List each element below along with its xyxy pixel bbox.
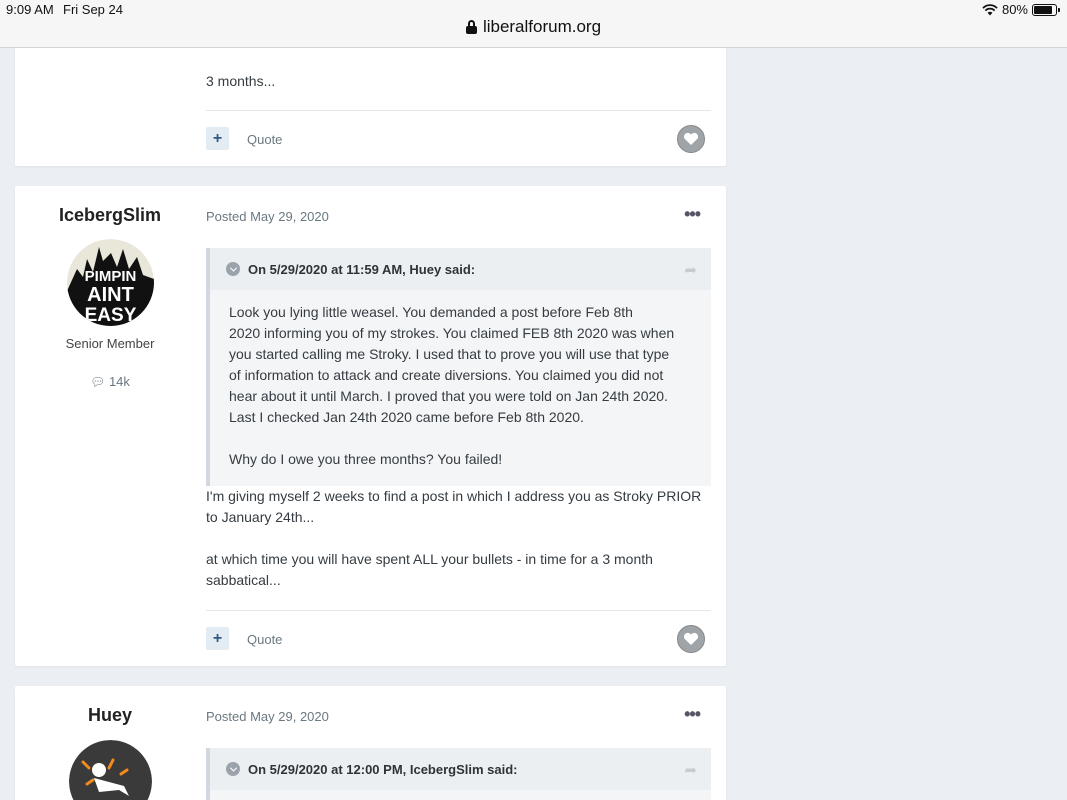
avatar-text-1: PIMPIN — [84, 268, 136, 285]
quote-line: you started calling me Stroky. I used th… — [229, 346, 670, 362]
wifi-icon — [982, 3, 998, 15]
post-date[interactable]: Posted May 29, 2020 — [206, 709, 329, 724]
post-body: On 5/29/2020 at 11:59 AM, Huey said: ➦ L… — [206, 248, 711, 591]
address-bar[interactable]: liberalforum.org — [0, 17, 1067, 37]
quote-link[interactable]: Quote — [247, 132, 282, 147]
post-divider — [206, 610, 711, 611]
quote-block: On 5/29/2020 at 12:00 PM, IcebergSlim sa… — [206, 748, 711, 800]
avatar-image — [68, 740, 152, 800]
post-count: 💬︎ 14k — [15, 374, 205, 389]
post-card: IcebergSlim PIMPIN AINT EASY Senior Memb… — [15, 186, 726, 666]
post-body: On 5/29/2020 at 12:00 PM, IcebergSlim sa… — [206, 748, 711, 800]
url-text: liberalforum.org — [482, 17, 602, 36]
author-panel: IcebergSlim PIMPIN AINT EASY Senior Memb… — [15, 205, 205, 389]
quote-block: On 5/29/2020 at 11:59 AM, Huey said: ➦ L… — [206, 248, 711, 486]
post-card: Huey Posted May 29, 2020 ••• On 5/29/202… — [15, 686, 726, 800]
post-count-value: 14k — [108, 374, 130, 389]
quote-line: Why do I owe you three months? You faile… — [229, 451, 503, 467]
quote-citation: On 5/29/2020 at 12:00 PM, IcebergSlim sa… — [248, 761, 518, 777]
share-icon[interactable]: ➦ — [684, 761, 697, 779]
quote-header[interactable]: On 5/29/2020 at 12:00 PM, IcebergSlim sa… — [210, 748, 711, 790]
multiquote-button[interactable]: + — [206, 627, 229, 650]
avatar[interactable] — [68, 740, 152, 800]
heart-icon — [683, 632, 699, 645]
avatar-text-3: EASY — [84, 305, 136, 326]
more-options-icon[interactable]: ••• — [684, 704, 701, 725]
battery-percent: 80% — [1001, 2, 1028, 17]
quote-citation: On 5/29/2020 at 11:59 AM, Huey said: — [248, 261, 476, 277]
avatar-image: PIMPIN AINT EASY — [66, 239, 154, 326]
comment-icon: 💬︎ — [90, 375, 106, 389]
heart-icon — [683, 132, 699, 145]
post-line: I'm giving myself 2 weeks to find a post… — [206, 488, 702, 504]
avatar-text-2: AINT — [87, 284, 134, 306]
post-line: sabbatical... — [206, 572, 281, 588]
chevron-down-icon[interactable] — [226, 762, 240, 776]
member-rank: Senior Member — [65, 336, 155, 351]
post-text: I'm giving myself 2 weeks to find a post… — [206, 486, 711, 591]
post-divider — [206, 110, 711, 111]
post-body: 3 months... — [206, 71, 711, 92]
quote-line: Look you lying little weasel. You demand… — [229, 304, 633, 320]
quote-line: Last I checked Jan 24th 2020 came before… — [229, 409, 584, 425]
quote-link[interactable]: Quote — [247, 632, 282, 647]
quote-line: 2020 informing you of my strokes. You cl… — [229, 325, 675, 341]
battery-icon — [1032, 3, 1060, 16]
status-time: 9:09 AM — [6, 2, 54, 17]
author-panel: Huey — [15, 705, 205, 800]
chevron-down-icon[interactable] — [226, 262, 240, 276]
avatar[interactable]: PIMPIN AINT EASY — [66, 239, 154, 326]
status-right: 80% — [982, 2, 1060, 17]
like-button[interactable] — [677, 125, 705, 153]
like-button[interactable] — [677, 625, 705, 653]
quote-line: of information to attack and create dive… — [229, 367, 664, 383]
status-date: Fri Sep 24 — [63, 2, 123, 17]
quote-header[interactable]: On 5/29/2020 at 11:59 AM, Huey said: — [210, 248, 711, 290]
multiquote-button[interactable]: + — [206, 127, 229, 150]
quote-line: hear about it until March. I proved that… — [229, 388, 668, 404]
post-line: to January 24th... — [206, 509, 315, 525]
author-name[interactable]: IcebergSlim — [15, 205, 205, 226]
more-options-icon[interactable]: ••• — [684, 204, 701, 225]
post-text: 3 months... — [206, 73, 276, 89]
browser-top-bar: 9:09 AM Fri Sep 24 80% liberalforum.org — [0, 0, 1067, 48]
lock-icon — [465, 20, 477, 34]
quote-content: Look you lying little weasel. You demand… — [210, 290, 711, 486]
post-date[interactable]: Posted May 29, 2020 — [206, 209, 329, 224]
share-icon[interactable]: ➦ — [684, 261, 697, 279]
post-line: at which time you will have spent ALL yo… — [206, 551, 653, 567]
author-name[interactable]: Huey — [15, 705, 205, 726]
